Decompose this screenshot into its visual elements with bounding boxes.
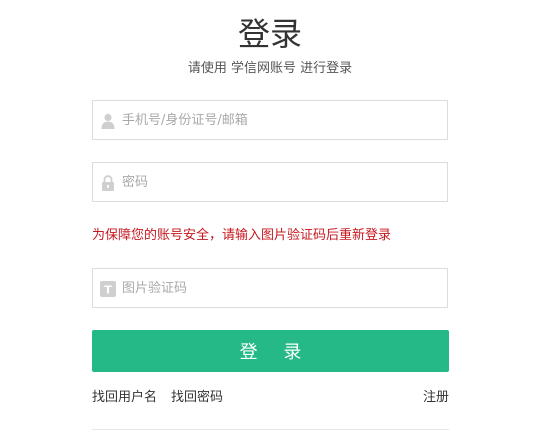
page-title: 登录 — [237, 15, 302, 53]
user-icon — [101, 113, 115, 129]
captcha-t-icon: T — [100, 281, 116, 297]
login-button[interactable]: 登 录 — [92, 330, 449, 372]
password-input[interactable] — [122, 163, 442, 201]
security-warning: 为保障您的账号安全，请输入图片验证码后重新登录 — [92, 228, 392, 243]
username-field[interactable] — [92, 100, 448, 140]
captcha-input[interactable] — [122, 269, 442, 307]
account-links: 找回用户名 找回密码 注册 — [92, 389, 449, 407]
register-link[interactable]: 注册 — [423, 389, 449, 407]
password-field[interactable] — [92, 162, 448, 202]
find-password-link[interactable]: 找回密码 — [171, 389, 223, 407]
captcha-icon-glyph: T — [104, 284, 112, 297]
captcha-field[interactable]: T — [92, 268, 448, 308]
username-input[interactable] — [122, 101, 442, 139]
bottom-divider — [92, 429, 449, 430]
lock-icon — [102, 175, 114, 191]
page-subtitle: 请使用 学信网账号 进行登录 — [187, 61, 353, 76]
find-username-link[interactable]: 找回用户名 — [92, 389, 157, 407]
